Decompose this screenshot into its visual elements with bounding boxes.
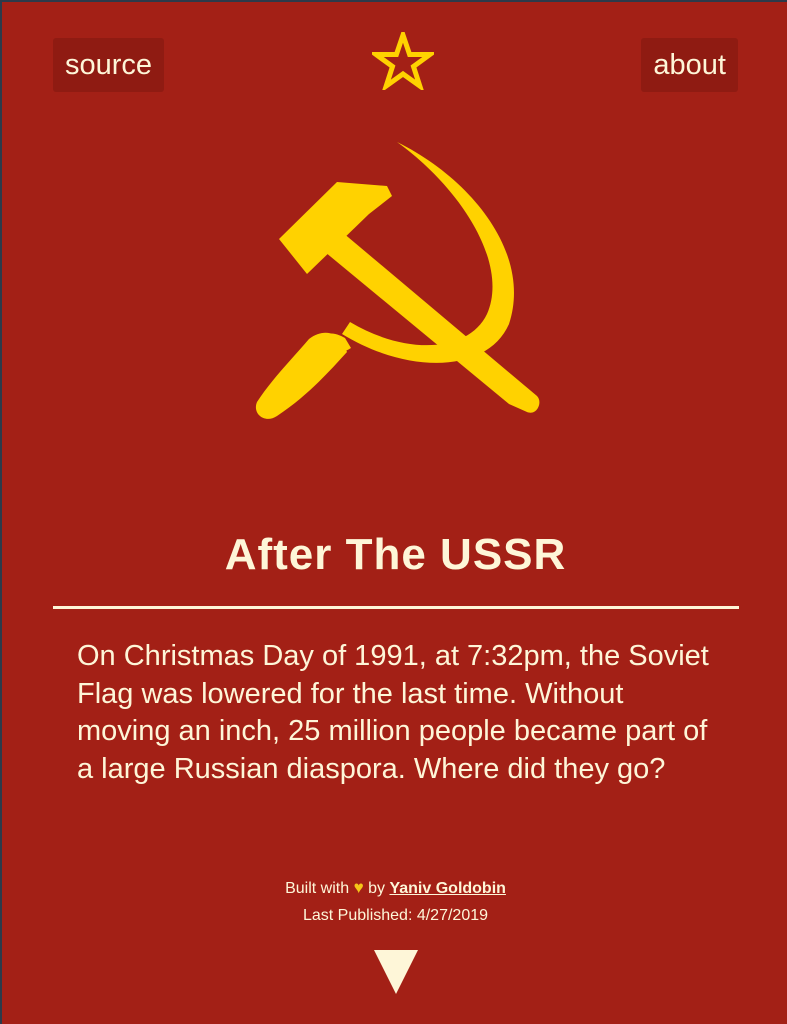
source-button[interactable]: source: [53, 38, 165, 92]
heart-icon: ♥: [353, 878, 364, 897]
about-button[interactable]: about: [641, 38, 738, 92]
page-title: After The USSR: [224, 530, 567, 579]
credits-line: Built with ♥ by Yaniv Goldobin: [2, 874, 787, 902]
hammer-and-sickle-icon: [255, 142, 540, 419]
intro-paragraph: On Christmas Day of 1991, at 7:32pm, the…: [77, 640, 709, 785]
star-icon: [372, 32, 434, 90]
last-published: Last Published: 4/27/2019: [302, 907, 489, 924]
title-divider: [53, 606, 739, 609]
built-with-text: Built with: [285, 880, 350, 897]
footer: Built with ♥ by Yaniv Goldobin Last Publ…: [2, 874, 787, 929]
author-link[interactable]: Yaniv Goldobin: [389, 880, 505, 897]
down-arrow-icon[interactable]: [372, 948, 420, 996]
by-text: by: [368, 880, 386, 897]
